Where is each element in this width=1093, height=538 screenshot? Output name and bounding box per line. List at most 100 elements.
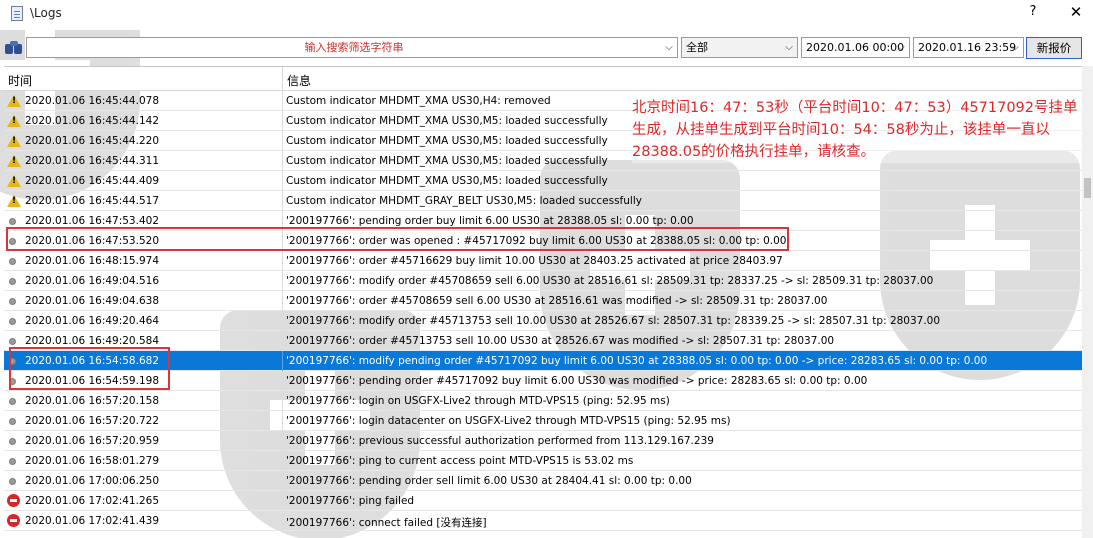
document-icon xyxy=(11,6,23,21)
warning-icon xyxy=(7,115,21,127)
vertical-scrollbar[interactable] xyxy=(1082,66,1093,538)
date-from-picker[interactable]: 2020.01.06 00:00 ⌵ xyxy=(801,37,910,58)
log-message: '200197766': pending order buy limit 6.0… xyxy=(286,215,694,227)
log-message: Custom indicator MHDMT_XMA US30,M5: load… xyxy=(286,175,608,187)
date-from-value: 2020.01.06 00:00 xyxy=(806,41,905,54)
info-dot-icon xyxy=(9,278,16,285)
highlight-box-modify-times xyxy=(9,347,170,390)
log-message: Custom indicator MHDMT_GRAY_BELT US30,M5… xyxy=(286,195,642,207)
title-bar: \Logs ? ✕ xyxy=(0,0,1093,30)
table-row[interactable]: 2020.01.06 16:57:20.158 '200197766': logi… xyxy=(4,391,1082,411)
table-row[interactable]: 2020.01.06 16:48:15.974 '200197766': orde… xyxy=(4,251,1082,271)
table-row[interactable]: 2020.01.06 17:02:41.265 '200197766': ping… xyxy=(4,491,1082,511)
chevron-down-icon[interactable]: ⌵ xyxy=(895,38,907,57)
info-dot-icon xyxy=(9,258,16,265)
log-message: '200197766': previous successful authori… xyxy=(286,435,714,447)
log-time: 2020.01.06 16:45:44.517 xyxy=(25,195,159,207)
log-message: Custom indicator MHDMT_XMA US30,M5: load… xyxy=(286,155,608,167)
info-dot-icon xyxy=(9,218,16,225)
warning-icon xyxy=(7,195,21,207)
info-dot-icon xyxy=(9,398,16,405)
table-row[interactable]: 2020.01.06 17:00:06.250 '200197766': pend… xyxy=(4,471,1082,491)
table-row[interactable]: 2020.01.06 16:45:44.517 Custom indicator … xyxy=(4,191,1082,211)
log-message: '200197766': order #45708659 sell 6.00 U… xyxy=(286,295,828,307)
scrollbar-thumb[interactable] xyxy=(1084,178,1091,198)
table-header: 时间 信息 xyxy=(4,67,1082,91)
log-message: Custom indicator MHDMT_XMA US30,M5: load… xyxy=(286,115,608,127)
log-message: '200197766': pending order sell limit 6.… xyxy=(286,475,692,487)
log-time: 2020.01.06 16:58:01.279 xyxy=(25,455,159,467)
log-time: 2020.01.06 16:57:20.959 xyxy=(25,435,159,447)
highlight-box-order-opened xyxy=(6,227,789,251)
log-time: 2020.01.06 16:57:20.158 xyxy=(25,395,159,407)
info-dot-icon xyxy=(9,478,16,485)
log-time: 2020.01.06 16:47:53.402 xyxy=(25,215,159,227)
log-time: 2020.01.06 16:45:44.409 xyxy=(25,175,159,187)
warning-icon xyxy=(7,155,21,167)
filter-toolbar: ⌵ 全部 ⌵ 2020.01.06 00:00 ⌵ 2020.01.16 23:… xyxy=(0,34,1093,62)
info-dot-icon xyxy=(9,318,16,325)
table-row[interactable]: 2020.01.06 16:49:04.516 '200197766': modi… xyxy=(4,271,1082,291)
chevron-down-icon[interactable]: ⌵ xyxy=(663,38,675,57)
log-message: '200197766': modify order #45708659 sell… xyxy=(286,275,934,287)
error-icon xyxy=(7,514,20,527)
log-time: 2020.01.06 17:02:41.265 xyxy=(25,495,159,507)
log-message: '200197766': pending order #45717092 buy… xyxy=(286,375,868,387)
info-dot-icon xyxy=(9,418,16,425)
log-time: 2020.01.06 16:45:44.311 xyxy=(25,155,159,167)
table-row[interactable]: 2020.01.06 16:49:04.638 '200197766': orde… xyxy=(4,291,1082,311)
log-message: '200197766': order #45713753 sell 10.00 … xyxy=(286,335,835,347)
warning-icon xyxy=(7,135,21,147)
log-message: '200197766': modify order #45713753 sell… xyxy=(286,315,941,327)
chevron-down-icon[interactable]: ⌵ xyxy=(1009,38,1021,57)
log-time: 2020.01.06 16:45:44.142 xyxy=(25,115,159,127)
annotation-note: 北京时间16：47：53秒（平台时间10：47：53）45717092号挂单生成… xyxy=(632,97,1082,163)
info-dot-icon xyxy=(9,458,16,465)
table-row[interactable]: 2020.01.06 16:49:20.464 '200197766': modi… xyxy=(4,311,1082,331)
help-button[interactable]: ? xyxy=(1026,4,1040,22)
log-time: 2020.01.06 17:00:06.250 xyxy=(25,475,159,487)
log-time: 2020.01.06 16:45:44.220 xyxy=(25,135,159,147)
warning-icon xyxy=(7,175,21,187)
column-header-time[interactable]: 时间 xyxy=(8,72,32,89)
log-message: Custom indicator MHDMT_XMA US30,M5: load… xyxy=(286,135,608,147)
date-to-picker[interactable]: 2020.01.16 23:59 ⌵ xyxy=(913,37,1024,58)
info-dot-icon xyxy=(9,298,16,305)
log-message: '200197766': ping failed xyxy=(286,495,415,507)
table-row[interactable]: 2020.01.06 17:02:41.439 '200197766': conn… xyxy=(4,511,1082,531)
log-message: '200197766': connect failed [没有连接] xyxy=(286,517,487,529)
search-combobox[interactable]: ⌵ xyxy=(26,37,678,58)
window-title: \Logs xyxy=(30,6,62,20)
log-time: 2020.01.06 16:49:20.584 xyxy=(25,335,159,347)
table-row[interactable]: 2020.01.06 16:45:44.409 Custom indicator … xyxy=(4,171,1082,191)
search-input[interactable] xyxy=(44,41,664,54)
table-row[interactable]: 2020.01.06 16:57:20.959 '200197766': prev… xyxy=(4,431,1082,451)
type-filter-value: 全部 xyxy=(686,41,708,54)
close-button[interactable]: ✕ xyxy=(1068,3,1084,23)
log-message: '200197766': login on USGFX-Live2 throug… xyxy=(286,395,670,407)
log-time: 2020.01.06 16:49:04.638 xyxy=(25,295,159,307)
log-time: 2020.01.06 17:02:41.439 xyxy=(25,515,159,527)
table-row[interactable]: 2020.01.06 16:58:01.279 '200197766': ping… xyxy=(4,451,1082,471)
error-icon xyxy=(7,494,20,507)
table-row[interactable]: 2020.01.06 16:57:20.722 '200197766': logi… xyxy=(4,411,1082,431)
log-message: '200197766': ping to current access poin… xyxy=(286,455,634,467)
warning-icon xyxy=(7,95,21,107)
type-filter-select[interactable]: 全部 ⌵ xyxy=(681,37,798,58)
log-time: 2020.01.06 16:57:20.722 xyxy=(25,415,159,427)
log-message: '200197766': login datacenter on USGFX-L… xyxy=(286,415,731,427)
info-dot-icon xyxy=(9,338,16,345)
column-header-message[interactable]: 信息 xyxy=(287,72,311,89)
chevron-down-icon[interactable]: ⌵ xyxy=(783,38,795,57)
log-message: '200197766': order #45716629 buy limit 1… xyxy=(286,255,783,267)
log-time: 2020.01.06 16:49:04.516 xyxy=(25,275,159,287)
log-time: 2020.01.06 16:48:15.974 xyxy=(25,255,159,267)
info-dot-icon xyxy=(9,438,16,445)
log-time: 2020.01.06 16:45:44.078 xyxy=(25,95,159,107)
new-quote-button[interactable]: 新报价 xyxy=(1026,37,1082,59)
log-message: '200197766': modify pending order #45717… xyxy=(286,355,988,367)
date-to-value: 2020.01.16 23:59 xyxy=(918,41,1017,54)
binoculars-icon xyxy=(5,40,23,54)
log-time: 2020.01.06 16:49:20.464 xyxy=(25,315,159,327)
log-message: Custom indicator MHDMT_XMA US30,H4: remo… xyxy=(286,95,551,107)
